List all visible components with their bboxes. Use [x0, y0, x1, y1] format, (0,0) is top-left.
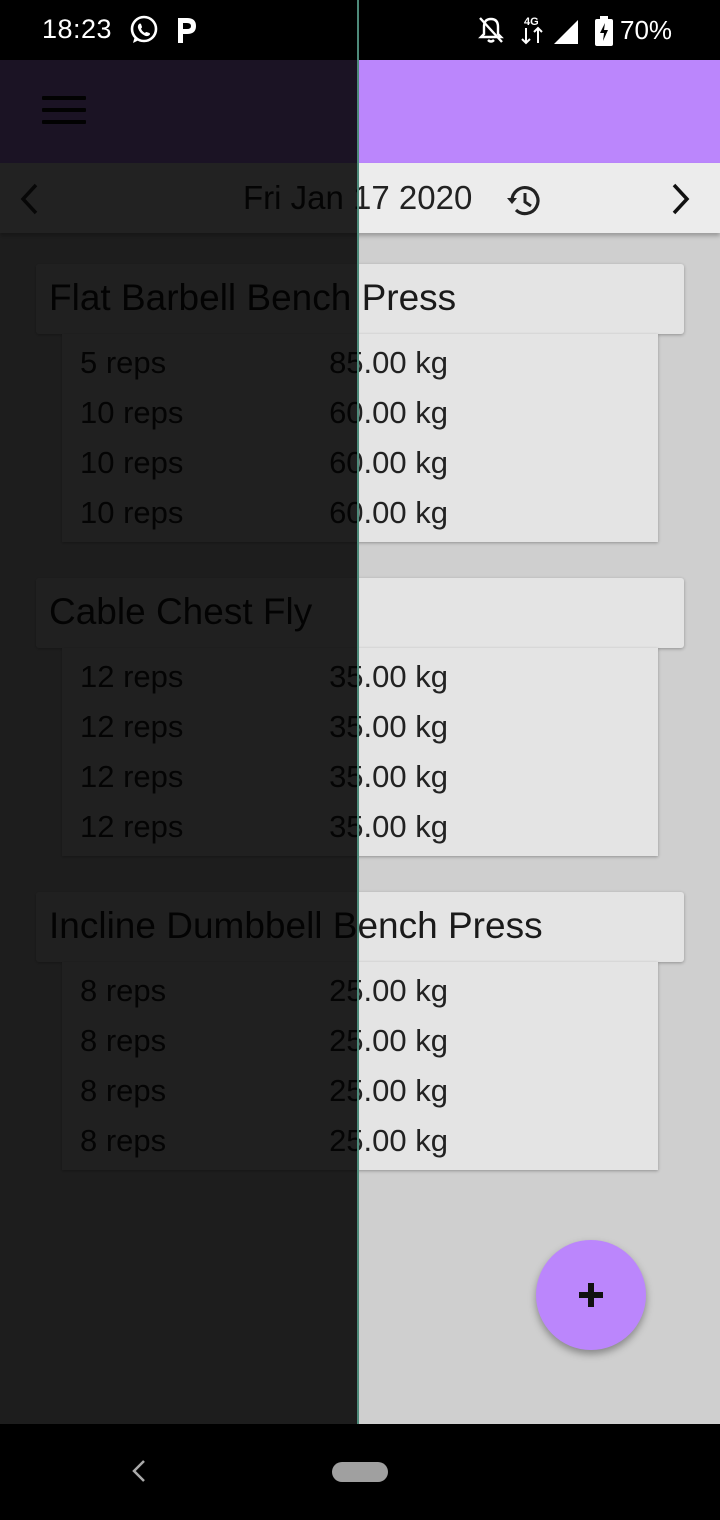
set-weight: 25.00 kg: [329, 973, 448, 1008]
whatsapp-icon: [130, 15, 158, 43]
set-row[interactable]: 12 reps 35.00 kg: [62, 753, 658, 803]
set-reps: 5 reps: [80, 345, 167, 380]
set-reps: 8 reps: [80, 973, 167, 1008]
set-row[interactable]: 8 reps 25.00 kg: [62, 967, 658, 1017]
network-arrows-icon: 4G: [521, 16, 543, 45]
app-bar: [0, 60, 720, 163]
set-reps: 12 reps: [80, 659, 184, 694]
set-weight: 25.00 kg: [329, 1073, 448, 1108]
set-weight: 60.00 kg: [329, 395, 448, 430]
status-bar: 18:23 4G 70%: [0, 0, 720, 60]
set-weight: 35.00 kg: [329, 659, 448, 694]
set-reps: 12 reps: [80, 709, 184, 744]
set-weight: 25.00 kg: [329, 1023, 448, 1058]
set-weight: 35.00 kg: [329, 759, 448, 794]
set-weight: 85.00 kg: [329, 345, 448, 380]
set-row[interactable]: 12 reps 35.00 kg: [62, 653, 658, 703]
set-reps: 8 reps: [80, 1123, 167, 1158]
menu-icon[interactable]: [42, 96, 86, 128]
set-row[interactable]: 8 reps 25.00 kg: [62, 1067, 658, 1117]
plus-icon: [579, 1283, 603, 1307]
exercise-title[interactable]: Flat Barbell Bench Press: [36, 264, 684, 334]
battery-icon: [595, 16, 613, 46]
history-icon[interactable]: [504, 181, 544, 221]
set-weight: 60.00 kg: [329, 495, 448, 530]
network-label: 4G: [524, 16, 539, 28]
date-navigation: Fri Jan 17 2020: [0, 163, 720, 233]
exercise-title[interactable]: Cable Chest Fly: [36, 578, 684, 648]
set-reps: 10 reps: [80, 495, 184, 530]
set-row[interactable]: 10 reps 60.00 kg: [62, 439, 658, 489]
app-content: Fri Jan 17 2020 Flat Barbell Bench Press…: [0, 60, 720, 1424]
split-divider[interactable]: [357, 0, 359, 1520]
chevron-right-icon[interactable]: [664, 179, 696, 219]
set-reps: 8 reps: [80, 1073, 167, 1108]
status-time: 18:23: [42, 14, 113, 44]
set-weight: 25.00 kg: [329, 1123, 448, 1158]
set-reps: 10 reps: [80, 445, 184, 480]
exercise-title[interactable]: Incline Dumbbell Bench Press: [36, 892, 684, 962]
back-icon[interactable]: [128, 1456, 150, 1486]
set-weight: 60.00 kg: [329, 445, 448, 480]
add-exercise-button[interactable]: [536, 1240, 646, 1350]
exercise-card[interactable]: Flat Barbell Bench Press 5 reps 85.00 kg…: [36, 264, 684, 542]
set-row[interactable]: 5 reps 85.00 kg: [62, 339, 658, 389]
system-nav-bar: [0, 1424, 720, 1520]
set-row[interactable]: 8 reps 25.00 kg: [62, 1017, 658, 1067]
set-row[interactable]: 10 reps 60.00 kg: [62, 389, 658, 439]
exercise-card[interactable]: Cable Chest Fly 12 reps 35.00 kg 12 reps…: [36, 578, 684, 856]
set-row[interactable]: 12 reps 35.00 kg: [62, 703, 658, 753]
set-list: 5 reps 85.00 kg 10 reps 60.00 kg 10 reps…: [62, 334, 658, 542]
battery-percent: 70%: [620, 15, 673, 45]
set-reps: 12 reps: [80, 809, 184, 844]
set-list: 12 reps 35.00 kg 12 reps 35.00 kg 12 rep…: [62, 648, 658, 856]
set-row[interactable]: 8 reps 25.00 kg: [62, 1117, 658, 1167]
set-reps: 12 reps: [80, 759, 184, 794]
set-row[interactable]: 12 reps 35.00 kg: [62, 803, 658, 853]
set-list: 8 reps 25.00 kg 8 reps 25.00 kg 8 reps 2…: [62, 962, 658, 1170]
p-icon: [178, 18, 196, 43]
exercise-card[interactable]: Incline Dumbbell Bench Press 8 reps 25.0…: [36, 892, 684, 1170]
set-reps: 10 reps: [80, 395, 184, 430]
set-row[interactable]: 10 reps 60.00 kg: [62, 489, 658, 539]
bell-off-icon: [478, 17, 504, 43]
set-weight: 35.00 kg: [329, 709, 448, 744]
chevron-left-icon[interactable]: [14, 179, 46, 219]
set-reps: 8 reps: [80, 1023, 167, 1058]
home-pill[interactable]: [332, 1462, 388, 1482]
signal-icon: [554, 20, 578, 44]
set-weight: 35.00 kg: [329, 809, 448, 844]
